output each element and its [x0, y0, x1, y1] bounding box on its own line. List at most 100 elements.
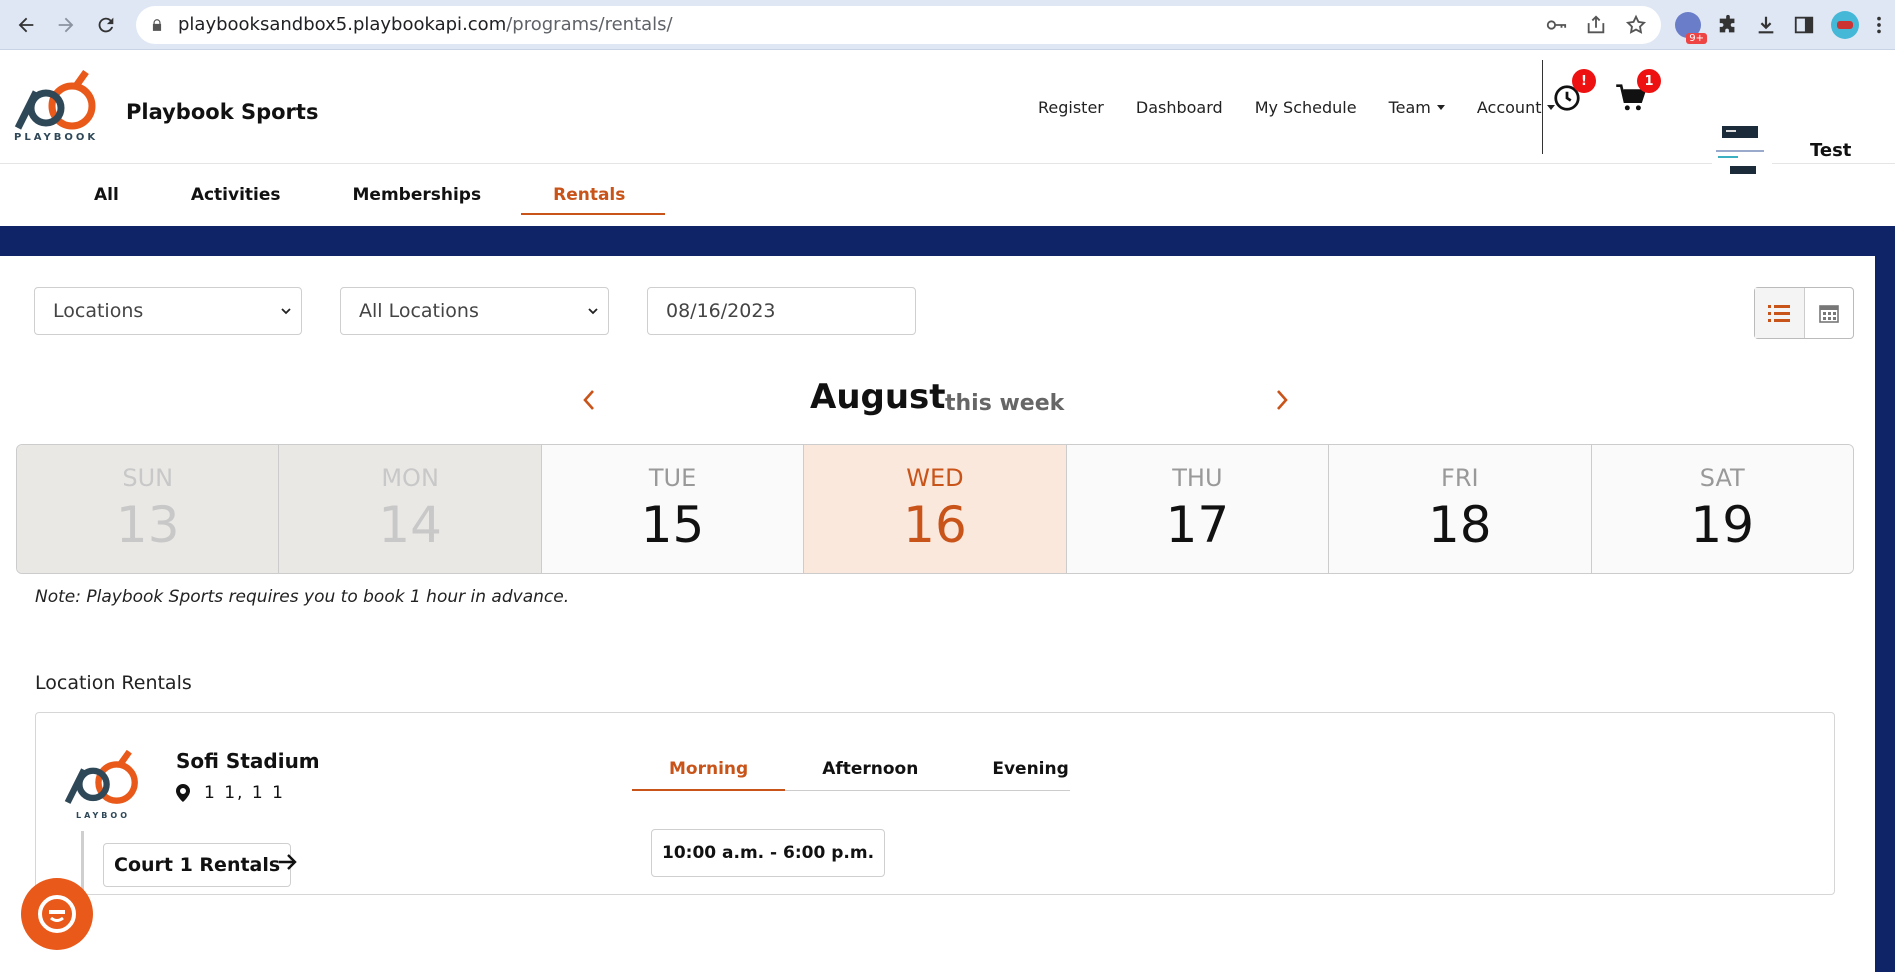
- reload-icon[interactable]: [90, 9, 122, 41]
- prev-week-icon[interactable]: [582, 389, 596, 411]
- section-title: Location Rentals: [35, 672, 192, 694]
- back-icon[interactable]: [10, 9, 42, 41]
- day-name: THU: [1172, 464, 1223, 492]
- week-navigation: August this week: [0, 367, 1875, 427]
- extension-badge: 9+: [1686, 32, 1707, 44]
- day-sun[interactable]: SUN 13: [17, 445, 280, 573]
- navy-side-band: [1875, 227, 1895, 972]
- day-name: MON: [381, 464, 439, 492]
- location-select[interactable]: All Locations: [340, 287, 609, 335]
- booking-note: Note: Playbook Sports requires you to bo…: [35, 587, 570, 607]
- chevron-down-icon: [588, 308, 598, 315]
- share-icon[interactable]: [1585, 14, 1607, 36]
- caret-down-icon: [1436, 104, 1445, 110]
- venue-name: Sofi Stadium: [176, 749, 320, 773]
- chat-icon: [38, 895, 76, 933]
- day-number: 17: [1165, 496, 1230, 554]
- history-badge: !: [1572, 69, 1596, 93]
- url-path: /programs/rentals/: [506, 14, 673, 35]
- logo-wordmark: PLAYBOOK: [14, 131, 99, 143]
- time-slot-button[interactable]: 10:00 a.m. - 6:00 p.m.: [651, 829, 886, 877]
- location-select-value: All Locations: [359, 300, 479, 322]
- week-day-picker: SUN 13 MON 14 TUE 15 WED 16 THU 17 FRI 18 SAT 1…: [16, 444, 1854, 574]
- address-bar[interactable]: playbooksandbox5.playbookapi.com/program…: [136, 5, 1661, 44]
- view-toggle: [1754, 287, 1854, 339]
- nav-account[interactable]: Account: [1477, 98, 1556, 117]
- type-select-value: Locations: [53, 300, 144, 322]
- day-sat[interactable]: SAT 19: [1591, 445, 1853, 573]
- next-week-icon[interactable]: [1275, 389, 1289, 411]
- chat-button[interactable]: [21, 878, 93, 950]
- day-mon[interactable]: MON 14: [279, 445, 542, 573]
- puzzle-icon[interactable]: [1717, 14, 1739, 36]
- cart-button[interactable]: 1: [1615, 69, 1661, 117]
- browser-toolbar: playbooksandbox5.playbookapi.com/program…: [0, 0, 1895, 50]
- main-nav: Register Dashboard My Schedule Team Acco…: [1038, 50, 1587, 164]
- time-of-day-tabs: Morning Afternoon Evening: [632, 751, 1070, 791]
- cart-badge: 1: [1637, 69, 1661, 93]
- day-number: 18: [1428, 496, 1492, 554]
- nav-dashboard[interactable]: Dashboard: [1136, 98, 1223, 117]
- date-input-value: 08/16/2023: [666, 300, 776, 322]
- day-name: WED: [906, 464, 964, 492]
- day-name: FRI: [1441, 464, 1479, 492]
- day-name: SAT: [1699, 464, 1745, 492]
- tree-connector: [81, 831, 84, 896]
- download-icon[interactable]: [1755, 14, 1777, 36]
- side-panel-icon[interactable]: [1793, 14, 1815, 36]
- url-host: playbooksandbox5.playbookapi.com: [178, 14, 507, 35]
- calendar-view-button[interactable]: [1805, 288, 1854, 338]
- nav-my-schedule[interactable]: My Schedule: [1255, 98, 1357, 117]
- forward-icon[interactable]: [50, 9, 82, 41]
- tab-memberships[interactable]: Memberships: [321, 175, 522, 215]
- key-icon[interactable]: [1545, 14, 1567, 36]
- bookmark-star-icon[interactable]: [1625, 14, 1647, 36]
- lock-icon: [152, 18, 162, 31]
- day-fri[interactable]: FRI 18: [1329, 445, 1592, 573]
- chevron-down-icon: [281, 308, 291, 315]
- user-avatar-image[interactable]: [1712, 122, 1772, 178]
- date-input[interactable]: 08/16/2023: [647, 287, 916, 335]
- day-number: 19: [1690, 496, 1755, 554]
- day-wed[interactable]: WED 16: [804, 445, 1067, 573]
- type-select[interactable]: Locations: [34, 287, 302, 335]
- user-name[interactable]: Test: [1810, 140, 1851, 161]
- venue-logo-wordmark: LAYBOO: [75, 811, 130, 820]
- tab-morning[interactable]: Morning: [632, 751, 786, 791]
- day-thu[interactable]: THU 17: [1066, 445, 1330, 573]
- history-button[interactable]: !: [1552, 69, 1596, 117]
- tab-evening[interactable]: Evening: [955, 751, 1105, 790]
- month-label: August: [810, 377, 946, 417]
- list-icon: [1768, 305, 1791, 322]
- venue-logo: LAYBOO: [64, 749, 142, 820]
- tab-activities[interactable]: Activities: [159, 175, 321, 215]
- header-divider: [1542, 60, 1543, 154]
- tab-all[interactable]: All: [62, 175, 159, 215]
- list-view-button[interactable]: [1755, 288, 1805, 338]
- nav-team-label: Team: [1388, 97, 1431, 117]
- rentals-content: Locations All Locations 08/16/2023 Augus…: [0, 257, 1875, 972]
- arrow-right-icon[interactable]: [278, 853, 298, 871]
- tab-rentals[interactable]: Rentals: [521, 175, 666, 215]
- court-rentals-button[interactable]: Court 1 Rentals: [103, 843, 292, 887]
- tab-afternoon[interactable]: Afternoon: [785, 751, 955, 790]
- profile-avatar[interactable]: [1831, 10, 1859, 39]
- week-label: this week: [945, 391, 1065, 416]
- extension-icon[interactable]: 9+: [1675, 11, 1707, 44]
- navy-banner: [0, 226, 1895, 256]
- day-number: 16: [903, 496, 967, 554]
- venue-location: 1 1, 1 1: [176, 783, 285, 803]
- day-tue[interactable]: TUE 15: [541, 445, 805, 573]
- nav-register[interactable]: Register: [1038, 98, 1104, 117]
- nav-team[interactable]: Team: [1389, 98, 1445, 117]
- map-pin-icon: [176, 784, 190, 802]
- day-name: SUN: [122, 464, 174, 492]
- day-name: TUE: [648, 464, 697, 492]
- site-header: PLAYBOOK Playbook Sports Register Dashbo…: [0, 50, 1895, 178]
- day-number: 14: [378, 496, 442, 554]
- playbook-logo[interactable]: PLAYBOOK: [14, 69, 100, 144]
- menu-icon[interactable]: [1875, 14, 1883, 36]
- brand-name: Playbook Sports: [126, 99, 319, 124]
- calendar-icon: [1818, 305, 1839, 323]
- venue-address: 1 1, 1 1: [204, 783, 285, 803]
